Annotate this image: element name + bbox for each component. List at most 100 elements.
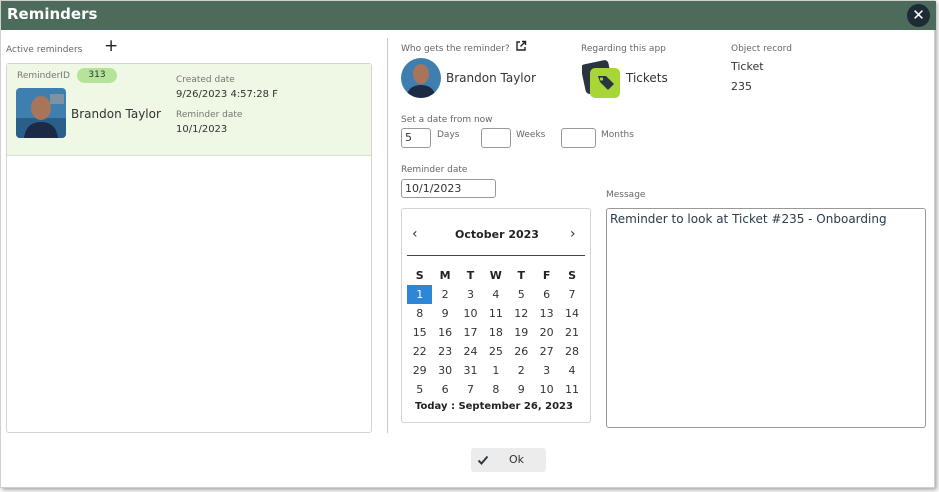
calendar-day[interactable]: 5 — [407, 380, 432, 399]
calendar-day[interactable]: 23 — [432, 342, 457, 361]
reminder-date-input[interactable]: 10/1/2023 — [401, 179, 496, 198]
object-id: 235 — [731, 80, 752, 93]
weeks-label: Weeks — [516, 130, 546, 140]
dialog-title: Reminders — [7, 5, 98, 23]
reminder-date-value: 10/1/2023 — [176, 124, 228, 135]
recipient-name: Brandon Taylor — [446, 71, 536, 85]
close-icon[interactable]: ✕ — [907, 4, 930, 27]
calendar-day[interactable]: 30 — [432, 361, 457, 380]
calendar-day[interactable]: 21 — [559, 323, 584, 342]
months-label: Months — [601, 130, 634, 140]
weekday-header: T — [517, 269, 526, 282]
calendar-day[interactable]: 9 — [509, 380, 534, 399]
reminder-list: ReminderID 313 Brandon Taylor Created da… — [6, 63, 372, 433]
calendar-day[interactable]: 24 — [458, 342, 483, 361]
panel-divider — [387, 38, 388, 433]
message-label: Message — [606, 190, 646, 200]
regarding-label: Regarding this app — [581, 44, 666, 54]
weeks-input[interactable] — [481, 128, 511, 148]
calendar-day[interactable]: 22 — [407, 342, 432, 361]
reminder-date-field-label: Reminder date — [401, 165, 468, 175]
calendar-month-title: October 2023 — [455, 228, 539, 241]
reminder-card[interactable]: ReminderID 313 Brandon Taylor Created da… — [7, 64, 371, 156]
calendar-day[interactable]: 28 — [559, 342, 584, 361]
tickets-tag-icon — [582, 60, 620, 98]
calendar-day[interactable]: 2 — [432, 285, 457, 304]
calendar-day[interactable]: 10 — [534, 380, 559, 399]
date-picker-calendar: ‹ October 2023 › S M T W T F S 1 2 3 4 5 6 7 8 9 10 11 12 1… — [401, 208, 591, 423]
calendar-week-row: 22 23 24 25 26 27 28 — [407, 342, 585, 361]
calendar-day[interactable]: 20 — [534, 323, 559, 342]
calendar-day[interactable]: 31 — [458, 361, 483, 380]
calendar-day[interactable]: 11 — [559, 380, 584, 399]
weekday-header: T — [466, 269, 475, 282]
checkmark-icon — [477, 455, 489, 465]
calendar-day[interactable]: 10 — [458, 304, 483, 323]
plus-icon[interactable]: + — [104, 38, 118, 55]
calendar-day[interactable]: 7 — [559, 285, 584, 304]
calendar-day[interactable]: 7 — [458, 380, 483, 399]
calendar-weekday-row: SMTWTFS — [407, 266, 585, 285]
calendar-week-row: 8 9 10 11 12 13 14 — [407, 304, 585, 323]
calendar-day[interactable]: 16 — [432, 323, 457, 342]
calendar-day[interactable]: 4 — [559, 361, 584, 380]
object-type: Ticket — [731, 60, 764, 73]
weekday-header: W — [489, 269, 502, 282]
calendar-day[interactable]: 12 — [509, 304, 534, 323]
calendar-day[interactable]: 3 — [458, 285, 483, 304]
calendar-week-row: 1234567 — [407, 285, 585, 304]
calendar-day[interactable]: 13 — [534, 304, 559, 323]
calendar-day[interactable]: 25 — [483, 342, 508, 361]
calendar-day[interactable]: 1 — [483, 361, 508, 380]
calendar-day[interactable]: 3 — [534, 361, 559, 380]
calendar-day[interactable]: 18 — [483, 323, 508, 342]
calendar-day[interactable]: 1 — [407, 285, 433, 304]
calendar-divider — [407, 255, 585, 256]
calendar-day[interactable]: 8 — [407, 304, 432, 323]
created-date-label: Created date — [176, 75, 235, 85]
weekday-header: S — [415, 269, 424, 282]
ok-button-label: Ok — [509, 453, 525, 466]
active-reminders-label: Active reminders — [6, 45, 83, 55]
calendar-day[interactable]: 15 — [407, 323, 432, 342]
calendar-day[interactable]: 6 — [432, 380, 457, 399]
calendar-day[interactable]: 26 — [509, 342, 534, 361]
calendar-day[interactable]: 19 — [509, 323, 534, 342]
calendar-day[interactable]: 14 — [559, 304, 584, 323]
calendar-grid: S M T W T F S 1 2 3 4 5 6 7 8 9 10 11 12 13 14 15 16 17 18 19 20 21… — [407, 266, 585, 399]
months-input[interactable] — [561, 128, 596, 148]
calendar-day[interactable]: 9 — [432, 304, 457, 323]
set-date-label: Set a date from now — [401, 115, 493, 125]
avatar — [16, 88, 66, 138]
ok-button[interactable]: Ok — [471, 448, 546, 472]
days-label: Days — [437, 130, 460, 140]
calendar-today[interactable]: Today : September 26, 2023 — [415, 401, 573, 412]
weekday-header: S — [568, 269, 576, 282]
calendar-day[interactable]: 5 — [509, 285, 534, 304]
app-name: Tickets — [626, 71, 668, 85]
message-textarea[interactable]: Reminder to look at Ticket #235 - Onboar… — [606, 208, 926, 428]
calendar-day[interactable]: 17 — [458, 323, 483, 342]
calendar-week-row: 29 30 31 1 2 3 4 — [407, 361, 585, 380]
calendar-day[interactable]: 6 — [534, 285, 559, 304]
title-bar: Reminders ✕ — [1, 1, 936, 30]
calendar-day[interactable]: 4 — [483, 285, 508, 304]
chevron-right-icon[interactable]: › — [570, 226, 576, 242]
reminder-date-label: Reminder date — [176, 110, 243, 120]
calendar-day[interactable]: 8 — [483, 380, 508, 399]
reminder-id-badge: 313 — [77, 68, 117, 83]
calendar-week-row: 5 6 7 8 9 10 11 — [407, 380, 585, 399]
calendar-day[interactable]: 11 — [483, 304, 508, 323]
calendar-day[interactable]: 27 — [534, 342, 559, 361]
reminder-person-name: Brandon Taylor — [71, 107, 161, 121]
calendar-day[interactable]: 2 — [509, 361, 534, 380]
avatar — [401, 58, 441, 98]
who-label: Who gets the reminder? — [401, 44, 510, 54]
object-record-label: Object record — [731, 44, 792, 54]
calendar-week-row: 15 16 17 18 19 20 21 — [407, 323, 585, 342]
calendar-day[interactable]: 29 — [407, 361, 432, 380]
reminders-dialog: Reminders ✕ Active reminders + ReminderI… — [0, 0, 936, 488]
reminder-id-label: ReminderID — [17, 71, 70, 81]
days-input[interactable]: 5 — [401, 128, 431, 148]
external-link-icon[interactable] — [515, 40, 527, 52]
